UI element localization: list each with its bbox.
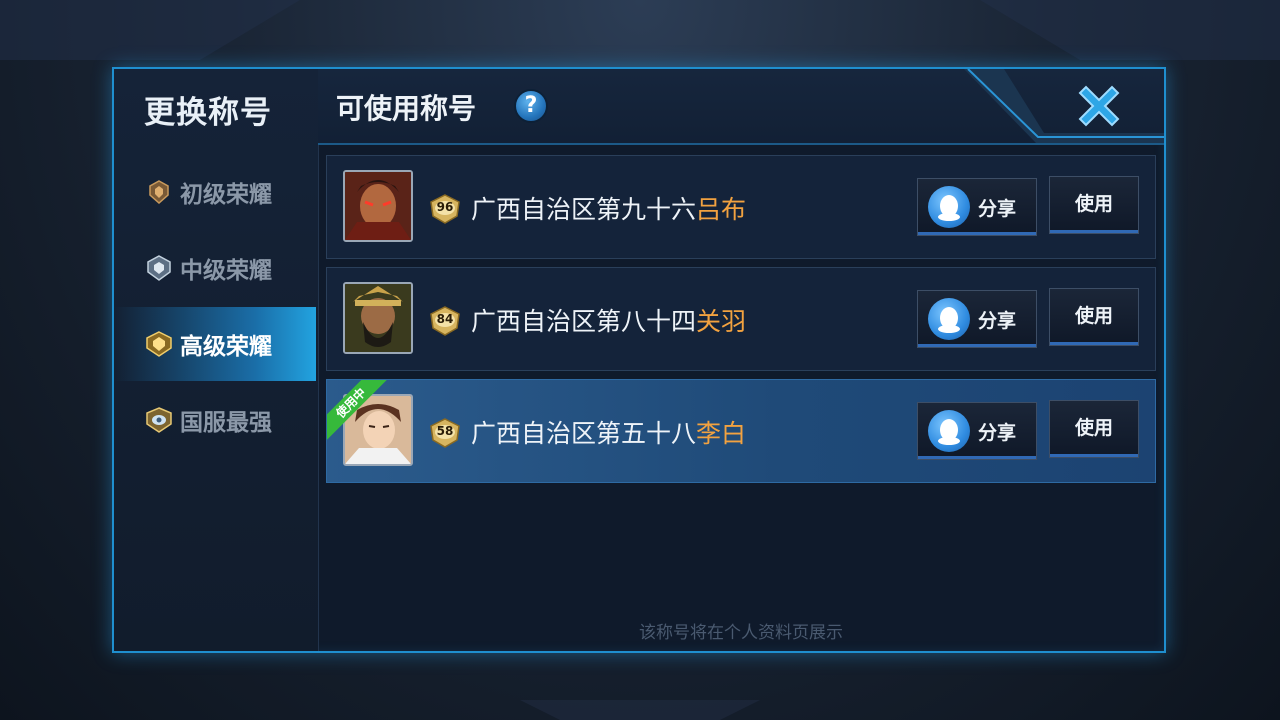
sidebar-item-junior-glory[interactable]: 初级荣耀: [114, 155, 316, 229]
gold-rank-icon: [146, 331, 172, 357]
qq-icon: [928, 410, 970, 452]
hero-name: 关羽: [696, 307, 747, 336]
hero-avatar-lubu: [343, 170, 413, 242]
qq-icon: [928, 186, 970, 228]
use-button[interactable]: 使用: [1049, 288, 1139, 346]
change-title-dialog: 更换称号 初级荣耀 中级荣耀 高级荣耀 国服最强 可使用称号 ? 96 广西自治…: [112, 67, 1166, 653]
sidebar-title: 更换称号: [144, 95, 272, 131]
bronze-rank-icon: [149, 180, 169, 205]
title-text: 广西自治区第九十六吕布: [471, 195, 747, 224]
page-title: 可使用称号: [336, 92, 477, 125]
share-button[interactable]: 分享: [917, 290, 1037, 348]
sidebar-item-intermediate-glory[interactable]: 中级荣耀: [114, 231, 316, 305]
share-button[interactable]: 分享: [917, 402, 1037, 460]
header: 可使用称号 ?: [318, 69, 1164, 145]
sidebar-item-label: 中级荣耀: [180, 258, 272, 284]
sidebar: 更换称号 初级荣耀 中级荣耀 高级荣耀 国服最强: [114, 69, 319, 651]
hero-name: 吕布: [696, 195, 747, 224]
footer-note: 该称号将在个人资料页展示: [639, 623, 843, 643]
title-text: 广西自治区第八十四关羽: [471, 307, 747, 336]
share-button[interactable]: 分享: [917, 178, 1037, 236]
sidebar-item-label: 国服最强: [180, 410, 272, 436]
title-row-lubu: 96 广西自治区第九十六吕布 分享 使用: [326, 155, 1156, 259]
help-icon[interactable]: ?: [514, 89, 548, 123]
sidebar-item-label: 初级荣耀: [180, 182, 272, 208]
title-text: 广西自治区第五十八李白: [471, 419, 747, 448]
qq-icon: [928, 298, 970, 340]
use-button[interactable]: 使用: [1049, 176, 1139, 234]
in-use-badge: 使用中: [327, 380, 391, 444]
rank-badge-level: 58: [436, 424, 454, 438]
hero-avatar-guanyu: [343, 282, 413, 354]
sidebar-item-national-best[interactable]: 国服最强: [114, 383, 316, 457]
sidebar-item-label: 高级荣耀: [180, 334, 272, 360]
title-row-guanyu: 84 广西自治区第八十四关羽 分享 使用: [326, 267, 1156, 371]
use-button[interactable]: 使用: [1049, 400, 1139, 458]
rank-badge-level: 84: [436, 312, 454, 326]
national-rank-icon: [146, 407, 172, 433]
title-row-libai: 使用中 58 广西自治区第五十八李白 分享 使用: [326, 379, 1156, 483]
close-icon[interactable]: [1072, 79, 1126, 133]
silver-rank-icon: [147, 255, 171, 281]
rank-badge-level: 96: [436, 200, 454, 214]
hero-name: 李白: [696, 419, 747, 448]
sidebar-item-advanced-glory[interactable]: 高级荣耀: [114, 307, 316, 381]
header-corner-decoration: [964, 69, 1164, 143]
